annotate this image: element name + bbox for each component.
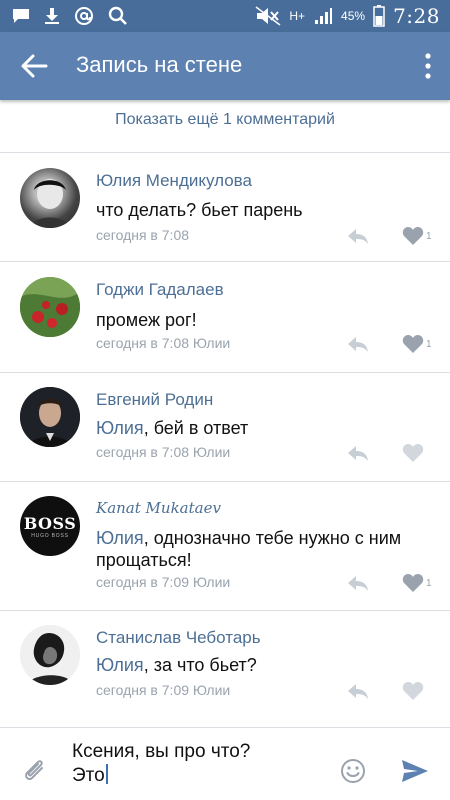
battery-icon xyxy=(373,5,385,27)
at-icon xyxy=(75,7,93,25)
mention-link[interactable]: Юлия xyxy=(96,528,144,548)
avatar-photo xyxy=(20,387,80,447)
comment-author[interactable]: Kanat Mukataev xyxy=(96,499,221,517)
comment-author[interactable]: Годжи Гадалаев xyxy=(96,280,224,300)
comment-text: Юлия, за что бьет? xyxy=(96,654,416,676)
comment-author[interactable]: Станислав Чеботарь xyxy=(96,628,261,648)
toolbar: Запись на стене xyxy=(0,32,450,100)
arrow-left-icon[interactable] xyxy=(16,50,52,82)
avatar[interactable]: BOSS HUGO BOSS xyxy=(20,496,80,556)
avatar-photo xyxy=(30,179,70,228)
comment-author[interactable]: Юлия Мендикулова xyxy=(96,171,252,191)
comment-author[interactable]: Евгений Родин xyxy=(96,390,213,410)
reply-icon[interactable] xyxy=(346,334,370,354)
comment-meta: сегодня в 7:09 Юлии xyxy=(96,574,231,590)
reply-icon[interactable] xyxy=(346,573,370,593)
send-icon[interactable] xyxy=(400,758,430,784)
reply-icon[interactable] xyxy=(346,226,370,246)
like-count: 1 xyxy=(426,231,432,242)
heart-icon[interactable] xyxy=(402,226,424,246)
mention-link[interactable]: Юлия xyxy=(96,418,144,438)
avatar[interactable] xyxy=(20,168,80,228)
message-icon xyxy=(13,9,29,23)
more-vert-icon[interactable] xyxy=(420,52,436,80)
status-bar: H+ 45% 7:28 xyxy=(0,0,450,32)
comment-input-bar: Ксения, вы про что? Это xyxy=(0,727,450,800)
mute-icon xyxy=(255,6,281,26)
comment-meta: сегодня в 7:09 Юлии xyxy=(96,682,231,698)
paperclip-icon[interactable] xyxy=(22,756,48,784)
show-more-comments[interactable]: Показать ещё 1 комментарий xyxy=(0,100,450,152)
reply-icon[interactable] xyxy=(346,443,370,463)
network-type: H+ xyxy=(289,9,306,23)
status-left-icons xyxy=(12,6,128,26)
like-count: 1 xyxy=(426,339,432,350)
show-more-label: Показать ещё 1 комментарий xyxy=(115,111,335,128)
comment-text-body: , за что бьет? xyxy=(143,655,257,675)
heart-icon[interactable] xyxy=(402,681,424,701)
comment-item[interactable]: Евгений Родин Юлия, бей в ответ сегодня … xyxy=(0,373,450,481)
comment-item[interactable]: Годжи Гадалаев промеж рог! сегодня в 7:0… xyxy=(0,262,450,372)
comment-text-body: , бей в ответ xyxy=(143,418,249,438)
page-title: Запись на стене xyxy=(76,52,243,77)
text-cursor xyxy=(105,764,108,784)
avatar[interactable] xyxy=(20,387,80,447)
reply-icon[interactable] xyxy=(346,681,370,701)
heart-icon[interactable] xyxy=(402,334,424,354)
comment-input[interactable]: Ксения, вы про что? Это xyxy=(72,740,312,788)
like-count: 1 xyxy=(426,578,432,589)
comment-meta: сегодня в 7:08 Юлии xyxy=(96,335,231,351)
comment-item[interactable]: BOSS HUGO BOSS Kanat Mukataev Юлия, одно… xyxy=(0,482,450,610)
mention-link[interactable]: Юлия xyxy=(96,655,144,675)
status-time: 7:28 xyxy=(393,4,440,28)
comment-meta: сегодня в 7:08 xyxy=(96,227,190,243)
heart-icon[interactable] xyxy=(402,443,424,463)
avatar[interactable] xyxy=(20,277,80,337)
signal-icon xyxy=(315,8,333,24)
avatar-logo-text: BOSS xyxy=(23,514,77,533)
download-icon xyxy=(45,8,59,24)
battery-percent: 45% xyxy=(341,9,366,23)
comment-text: Юлия, однозначно тебе нужно с ним прощат… xyxy=(96,527,416,571)
comment-text: что делать? бьет парень xyxy=(96,200,303,220)
avatar-photo xyxy=(20,625,80,685)
avatar-photo xyxy=(20,277,80,337)
emoji-icon[interactable] xyxy=(340,758,366,784)
comment-text: Юлия, бей в ответ xyxy=(96,417,416,439)
heart-icon[interactable] xyxy=(402,573,424,593)
avatar[interactable] xyxy=(20,625,80,685)
status-right-icons: H+ 45% 7:28 xyxy=(255,4,440,28)
avatar-logo-subtext: HUGO BOSS xyxy=(31,533,69,539)
search-icon xyxy=(108,6,127,25)
comment-input-line-2-text: Это xyxy=(72,765,105,786)
comment-item[interactable]: Юлия Мендикулова что делать? бьет парень… xyxy=(0,153,450,261)
comment-text: промеж рог! xyxy=(96,310,197,330)
comment-meta: сегодня в 7:08 Юлии xyxy=(96,444,231,460)
comment-input-line-2: Это xyxy=(72,764,312,788)
comment-item[interactable]: Станислав Чеботарь Юлия, за что бьет? се… xyxy=(0,611,450,719)
comment-input-line-1: Ксения, вы про что? xyxy=(72,741,251,762)
